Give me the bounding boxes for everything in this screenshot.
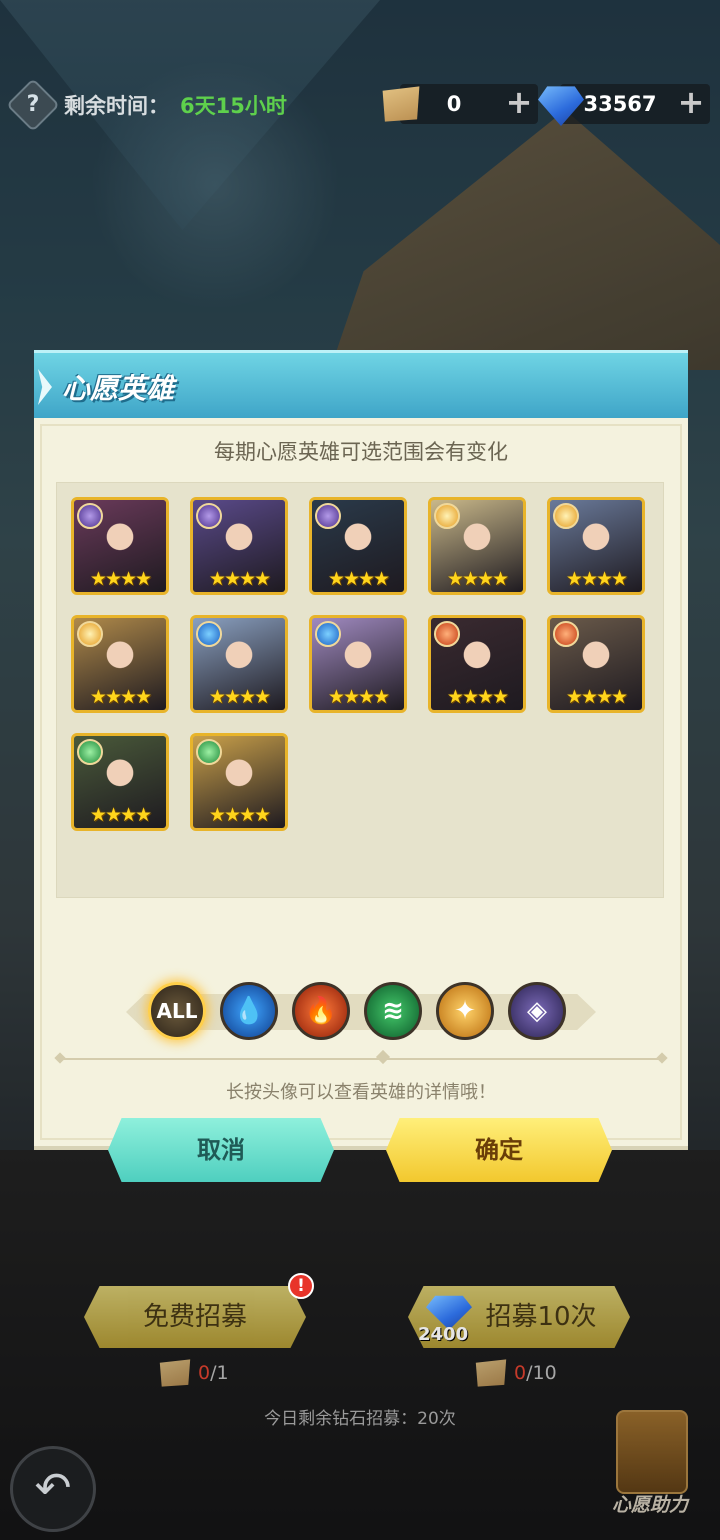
hero-portrait[interactable]: ★★★★ — [190, 497, 288, 595]
hero-portrait[interactable]: ★★★★ — [547, 497, 645, 595]
star-rating: ★★★★ — [565, 686, 628, 708]
dialog-body: 每期心愿英雄可选范围会有变化 ★★★★ ★★★★ ★★★★ ★★★★ ★★★★ ★★★★ ★… — [34, 418, 688, 1182]
hero-grid: ★★★★ ★★★★ ★★★★ ★★★★ ★★★★ ★★★★ ★★★★ ★★★★ ★★★★ ★★★★… — [56, 482, 664, 898]
divider — [60, 1049, 662, 1065]
wind-faction-icon: ≋ — [382, 996, 404, 1026]
back-arrow-icon: ↶ — [34, 1463, 72, 1514]
ten-count-current: 0 — [514, 1362, 527, 1384]
hero-portrait[interactable]: ★★★★ — [428, 615, 526, 713]
star-rating: ★★★★ — [89, 804, 152, 826]
light-faction-icon — [77, 621, 103, 647]
dark-faction-icon — [315, 503, 341, 529]
remain-time-value: 6天15小时 — [180, 94, 287, 118]
recruit-ten-cost: 2400 — [418, 1324, 469, 1345]
light-faction-icon: ✦ — [454, 996, 476, 1026]
scroll-resource: 0 + — [382, 84, 538, 124]
wind-faction-icon — [77, 739, 103, 765]
gem-resource: 33567 + — [538, 84, 710, 126]
top-bar: ? 剩余时间： 6天15小时 0 + 33567 + — [0, 78, 720, 132]
light-faction-icon — [553, 503, 579, 529]
faction-filter-bar: ALL 💧 🔥 ≋ ✦ ◈ — [126, 980, 596, 1042]
hero-portrait[interactable]: ★★★★ — [190, 733, 288, 831]
free-count-current: 0 — [198, 1362, 211, 1384]
long-press-hint: 长按头像可以查看英雄的详情哦！ — [226, 1082, 496, 1103]
star-rating: ★★★★ — [208, 804, 271, 826]
hero-portrait[interactable]: ★★★★ — [309, 615, 407, 713]
filter-dark-button[interactable]: ◈ — [508, 982, 566, 1040]
free-recruit-button[interactable]: 免费招募 — [84, 1286, 306, 1348]
dialog-title: 心愿英雄 — [62, 372, 175, 405]
water-faction-icon: 💧 — [232, 996, 266, 1026]
gem-count: 33567 — [583, 92, 657, 116]
chevron-right-icon — [38, 369, 52, 405]
star-rating: ★★★★ — [327, 686, 390, 708]
alert-badge: ! — [288, 1273, 314, 1299]
star-rating: ★★★★ — [89, 686, 152, 708]
star-rating: ★★★★ — [208, 568, 271, 590]
filter-light-button[interactable]: ✦ — [436, 982, 494, 1040]
scroll-count: 0 — [446, 92, 462, 116]
wind-faction-icon — [196, 739, 222, 765]
add-scroll-button[interactable]: + — [504, 86, 534, 118]
water-faction-icon — [196, 621, 222, 647]
star-rating: ★★★★ — [327, 568, 390, 590]
hero-portrait[interactable]: ★★★★ — [190, 615, 288, 713]
gift-box-icon — [616, 1410, 688, 1494]
hero-portrait[interactable]: ★★★★ — [309, 497, 407, 595]
filter-wind-button[interactable]: ≋ — [364, 982, 422, 1040]
filter-fire-button[interactable]: 🔥 — [292, 982, 350, 1040]
star-rating: ★★★★ — [446, 568, 509, 590]
hero-portrait[interactable]: ★★★★ — [71, 615, 169, 713]
help-icon[interactable]: ? — [6, 78, 60, 132]
ten-count-total: /10 — [526, 1362, 557, 1384]
hero-portrait[interactable]: ★★★★ — [71, 497, 169, 595]
cancel-button[interactable]: 取消 — [108, 1118, 334, 1182]
back-button[interactable]: ↶ — [10, 1446, 96, 1532]
fire-faction-icon: 🔥 — [304, 996, 338, 1026]
remain-time-label: 剩余时间： — [64, 94, 169, 118]
wish-help-button[interactable]: 心愿助力 — [600, 1410, 710, 1520]
dark-faction-icon — [196, 503, 222, 529]
wish-help-label: 心愿助力 — [611, 1494, 688, 1516]
hero-portrait[interactable]: ★★★★ — [428, 497, 526, 595]
wish-hero-dialog: 心愿英雄 每期心愿英雄可选范围会有变化 ★★★★ ★★★★ ★★★★ ★★★★ ★★★★… — [34, 350, 688, 1182]
free-count-total: /1 — [210, 1362, 229, 1384]
dialog-subtitle: 每期心愿英雄可选范围会有变化 — [214, 440, 508, 464]
fire-faction-icon — [553, 621, 579, 647]
star-rating: ★★★★ — [208, 686, 271, 708]
star-rating: ★★★★ — [565, 568, 628, 590]
dark-faction-icon: ◈ — [527, 996, 547, 1026]
hero-portrait[interactable]: ★★★★ — [71, 733, 169, 831]
filter-water-button[interactable]: 💧 — [220, 982, 278, 1040]
fire-faction-icon — [434, 621, 460, 647]
add-gem-button[interactable]: + — [676, 86, 706, 118]
light-faction-icon — [434, 503, 460, 529]
filter-all-button[interactable]: ALL — [148, 982, 206, 1040]
water-faction-icon — [315, 621, 341, 647]
dialog-header: 心愿英雄 — [34, 350, 688, 418]
confirm-button[interactable]: 确定 — [386, 1118, 612, 1182]
hero-portrait[interactable]: ★★★★ — [547, 615, 645, 713]
star-rating: ★★★★ — [446, 686, 509, 708]
dark-faction-icon — [77, 503, 103, 529]
star-rating: ★★★★ — [89, 568, 152, 590]
